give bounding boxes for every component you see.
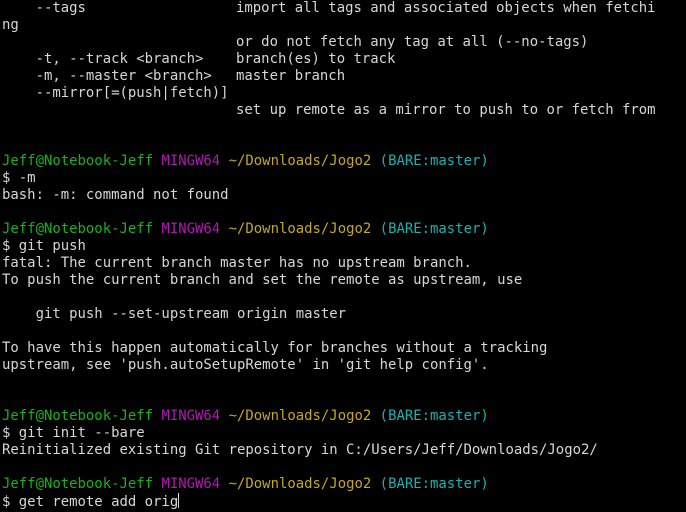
help-description: import all tags and associated objects w… [236, 0, 656, 16]
prompt-system: MINGW64 [161, 221, 221, 237]
prompt-system: MINGW64 [161, 476, 221, 492]
prompt-line: Jeff@Notebook-Jeff MINGW64 ~/Downloads/J… [2, 476, 489, 493]
help-line-tags: --tags import all tags and associated obj… [2, 0, 656, 17]
help-line-no-tags: or do not fetch any tag at all (--no-tag… [236, 34, 588, 51]
command-line: $ git push [2, 238, 86, 254]
output-line: git push --set-upstream origin master [2, 306, 347, 322]
help-option: --tags [2, 0, 86, 16]
output-line: To have this happen automatically for br… [2, 340, 548, 356]
help-line-master: -m, --master <branch> master branch [2, 68, 346, 85]
help-line-mirror: --mirror[=(push|fetch)] [2, 85, 229, 102]
help-option: -t, --track <branch> [2, 51, 204, 67]
prompt-line: Jeff@Notebook-Jeff MINGW64 ~/Downloads/J… [2, 408, 489, 425]
prompt-user: Jeff@Notebook-Jeff [2, 221, 154, 237]
help-option: --mirror[=(push|fetch)] [2, 85, 229, 101]
terminal-window[interactable]: --tags import all tags and associated obj… [0, 0, 686, 512]
output-line: Reinitialized existing Git repository in… [2, 442, 598, 458]
help-line-track: -t, --track <branch> branch(es) to track [2, 51, 396, 68]
prompt-branch: (BARE:master) [379, 476, 489, 492]
prompt-system: MINGW64 [161, 408, 221, 424]
text-cursor [178, 493, 180, 508]
prompt-user: Jeff@Notebook-Jeff [2, 153, 154, 169]
prompt-path: ~/Downloads/Jogo2 [228, 408, 372, 424]
prompt-line: Jeff@Notebook-Jeff MINGW64 ~/Downloads/J… [2, 221, 489, 238]
output-line: fatal: The current branch master has no … [2, 255, 472, 271]
prompt-user: Jeff@Notebook-Jeff [2, 476, 154, 492]
prompt-branch: (BARE:master) [379, 221, 489, 237]
help-option: -m, --master <branch> [2, 68, 212, 84]
output-line: upstream, see 'push.autoSetupRemote' in … [2, 357, 489, 373]
help-description: branch(es) to track [236, 51, 396, 67]
help-line-mirror-desc: set up remote as a mirror to push to or … [236, 102, 656, 119]
help-description: or do not fetch any tag at all (--no-tag… [236, 34, 589, 50]
prompt-branch: (BARE:master) [379, 153, 489, 169]
prompt-path: ~/Downloads/Jogo2 [228, 221, 372, 237]
prompt-path: ~/Downloads/Jogo2 [228, 153, 372, 169]
command-line: $ git init --bare [2, 425, 145, 441]
prompt-path: ~/Downloads/Jogo2 [228, 476, 372, 492]
help-description: set up remote as a mirror to push to or … [236, 102, 656, 118]
command-input-text[interactable]: $ get remote add orig [2, 494, 178, 510]
output-line: bash: -m: command not found [2, 187, 229, 203]
command-input[interactable]: $ get remote add orig [2, 493, 180, 510]
prompt-system: MINGW64 [161, 153, 221, 169]
output-line: To push the current branch and set the r… [2, 272, 523, 288]
prompt-line: Jeff@Notebook-Jeff MINGW64 ~/Downloads/J… [2, 153, 489, 170]
help-line-wrap: ng [2, 17, 19, 34]
prompt-branch: (BARE:master) [379, 408, 489, 424]
help-description-wrap: ng [2, 17, 19, 33]
command-line: $ -m [2, 170, 36, 186]
help-description: master branch [236, 68, 346, 84]
prompt-user: Jeff@Notebook-Jeff [2, 408, 154, 424]
